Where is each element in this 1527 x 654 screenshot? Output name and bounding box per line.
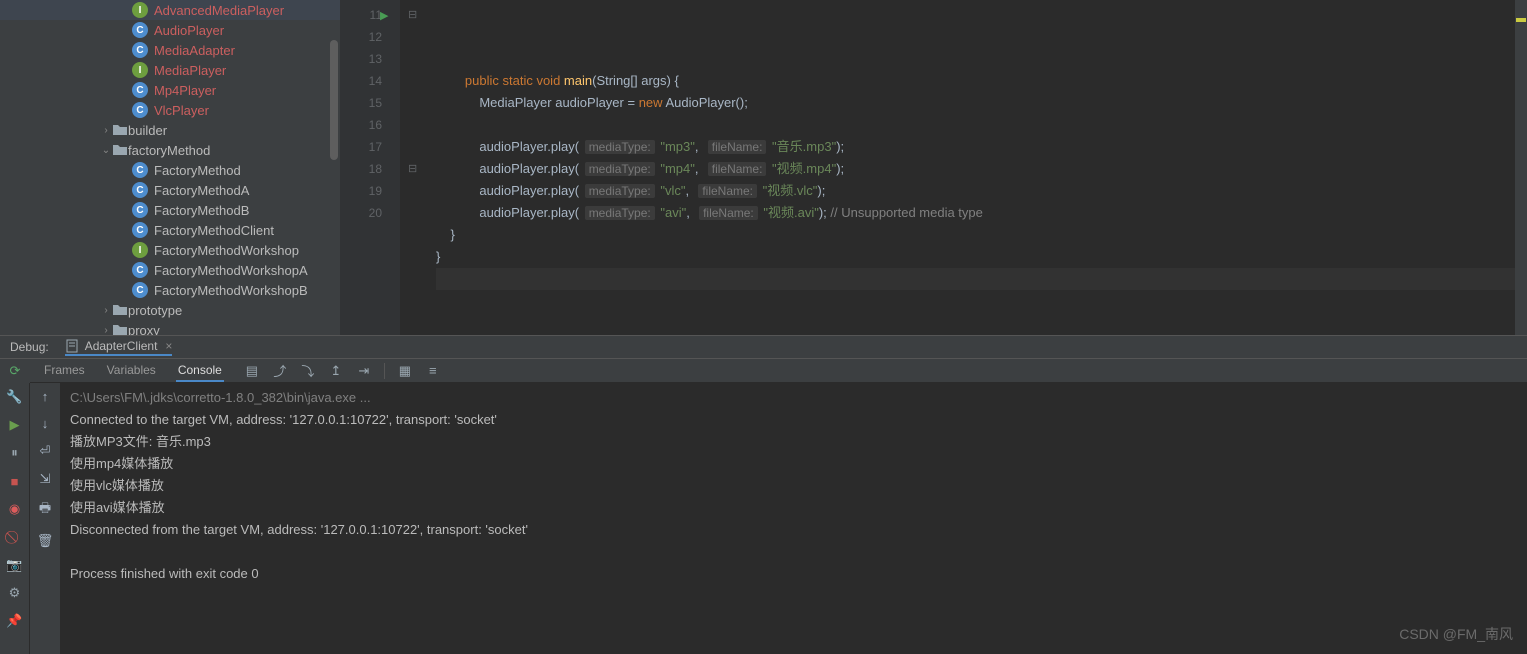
tree-item-factorymethoda[interactable]: CFactoryMethodA: [0, 180, 340, 200]
clear-icon[interactable]: 🗑: [37, 533, 54, 549]
tree-item-mediaplayer[interactable]: IMediaPlayer: [0, 60, 340, 80]
print-icon[interactable]: 🖶: [39, 499, 51, 521]
stop-icon[interactable]: ■: [7, 473, 23, 489]
settings-icon[interactable]: ≡: [425, 363, 441, 379]
console-output[interactable]: C:\Users\FM\.jdks\corretto-1.8.0_382\bin…: [60, 383, 1527, 654]
tree-item-builder[interactable]: ›builder: [0, 120, 340, 140]
tree-item-factorymethod[interactable]: CFactoryMethod: [0, 160, 340, 180]
editor-scrollbar[interactable]: [1515, 0, 1527, 335]
grid-icon[interactable]: ▦: [397, 363, 413, 379]
mute-bp-icon[interactable]: ⃠: [7, 529, 23, 545]
tree-item-factorymethod[interactable]: ⌄factoryMethod: [0, 140, 340, 160]
tree-item-advancedmediaplayer[interactable]: IAdvancedMediaPlayer: [0, 0, 340, 20]
debug-subtab-row: ⟳ Frames Variables Console ▤ ⤴ ⤵ ↥ ⇥ ▦ ≡: [0, 359, 1527, 383]
console-toolbar: ↑ ↓ ⏎ ⇲ 🖶 🗑: [30, 383, 60, 654]
tree-item-proxy[interactable]: ›proxy: [0, 320, 340, 335]
up-icon[interactable]: ↥: [328, 363, 344, 379]
debug-toolbar: Debug: AdapterClient ×: [0, 335, 1527, 359]
gear-icon[interactable]: ⚙: [7, 585, 23, 601]
tree-item-factorymethodclient[interactable]: CFactoryMethodClient: [0, 220, 340, 240]
camera-icon[interactable]: 📷: [7, 557, 23, 573]
resume-icon[interactable]: ▶: [7, 417, 23, 433]
subtab-variables[interactable]: Variables: [105, 360, 158, 382]
tree-item-audioplayer[interactable]: CAudioPlayer: [0, 20, 340, 40]
watermark: CSDN @FM_南风: [1399, 624, 1513, 644]
tree-item-mp4player[interactable]: CMp4Player: [0, 80, 340, 100]
breakpoint-icon[interactable]: ◉: [7, 501, 23, 517]
project-tree[interactable]: IAdvancedMediaPlayerCAudioPlayerCMediaAd…: [0, 0, 340, 335]
wrench-icon[interactable]: 🔧: [7, 389, 23, 405]
subtab-console[interactable]: Console: [176, 360, 224, 382]
pin-icon[interactable]: 📌: [7, 613, 23, 629]
subtab-frames[interactable]: Frames: [42, 360, 87, 382]
debug-label: Debug:: [10, 340, 49, 354]
export-icon[interactable]: ⤴: [272, 363, 288, 379]
close-icon[interactable]: ×: [165, 339, 172, 353]
fold-column[interactable]: ⊟ ⊟: [408, 0, 420, 88]
tree-item-factorymethodworkshop[interactable]: IFactoryMethodWorkshop: [0, 240, 340, 260]
tree-item-factorymethodb[interactable]: CFactoryMethodB: [0, 200, 340, 220]
scroll-end-icon[interactable]: ⇲: [40, 471, 51, 487]
tree-item-vlcplayer[interactable]: CVlcPlayer: [0, 100, 340, 120]
debug-left-toolbar: 🔧 ▶ ⏸ ■ ◉ ⃠ 📷 ⚙ 📌: [0, 383, 30, 654]
scroll-up-icon[interactable]: ↑: [42, 389, 49, 404]
pause-icon[interactable]: ⏸: [7, 445, 23, 461]
sidebar-scrollbar[interactable]: [330, 0, 338, 335]
soft-wrap-icon[interactable]: ⏎: [40, 443, 51, 459]
file-icon: [65, 339, 79, 353]
editor-code[interactable]: ⊟ ⊟ public static void main(String[] arg…: [400, 0, 1527, 335]
import-icon[interactable]: ⤵: [300, 363, 316, 379]
filter-icon[interactable]: ⇥: [356, 363, 372, 379]
tree-item-factorymethodworkshopa[interactable]: CFactoryMethodWorkshopA: [0, 260, 340, 280]
tree-item-factorymethodworkshopb[interactable]: CFactoryMethodWorkshopB: [0, 280, 340, 300]
debug-tab-adapterclient[interactable]: AdapterClient ×: [65, 339, 173, 356]
code-editor[interactable]: ▶ 11121314151617181920 ⊟ ⊟ public static…: [340, 0, 1527, 335]
layout-icon[interactable]: ▤: [244, 363, 260, 379]
rerun-icon[interactable]: ⟳: [7, 363, 23, 379]
scroll-down-icon[interactable]: ↓: [42, 416, 49, 431]
editor-gutter: ▶ 11121314151617181920: [340, 0, 400, 335]
tree-item-mediaadapter[interactable]: CMediaAdapter: [0, 40, 340, 60]
tree-item-prototype[interactable]: ›prototype: [0, 300, 340, 320]
run-gutter-icon[interactable]: ▶: [380, 5, 388, 27]
